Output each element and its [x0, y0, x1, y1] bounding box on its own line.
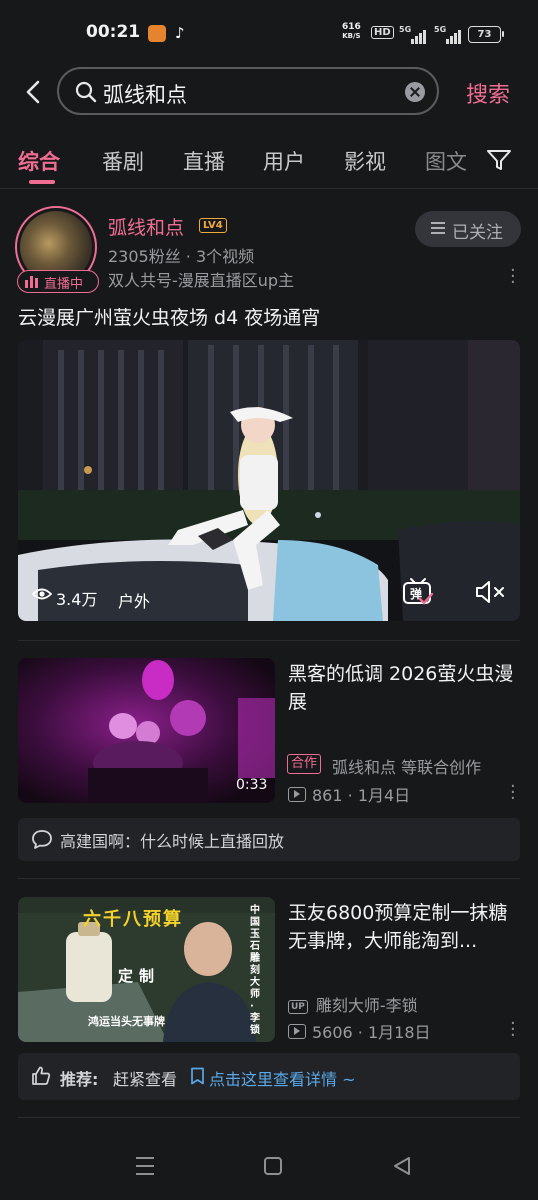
tab-film[interactable]: 影视	[344, 146, 386, 176]
search-icon	[75, 81, 97, 103]
more-icon[interactable]: · · ·	[510, 262, 516, 292]
collab-badge: 合作	[287, 754, 322, 774]
thumb-text: 定制	[118, 967, 161, 985]
user-name[interactable]: 弧线和点	[108, 213, 184, 240]
author[interactable]: 弧线和点 等联合创作	[332, 754, 481, 778]
comment-icon	[32, 830, 52, 849]
follow-label: 已关注	[452, 223, 503, 243]
eye-icon	[32, 588, 52, 600]
more-icon[interactable]: · · ·	[510, 778, 516, 808]
divider	[18, 640, 520, 641]
search-query: 弧线和点	[103, 83, 187, 107]
reco-label: 推荐:	[60, 1070, 99, 1089]
mute-icon[interactable]	[474, 579, 506, 605]
divider	[18, 878, 520, 879]
hd-icon: HD	[371, 26, 394, 39]
danmaku-icon[interactable]: 弹	[402, 577, 434, 611]
tiktok-icon: ♪	[175, 24, 185, 42]
clock: 00:21	[86, 22, 141, 42]
user-description: 双人共号-漫展直播区up主	[108, 271, 295, 290]
level-badge: LV4	[199, 218, 227, 233]
live-badge[interactable]: 直播中	[17, 270, 99, 293]
up-icon: UP	[288, 1000, 308, 1014]
play-count-icon	[288, 787, 306, 802]
video-tag: 户外	[118, 592, 151, 611]
tab-users[interactable]: 用户	[263, 146, 305, 176]
home-nav-icon[interactable]	[263, 1155, 283, 1177]
search-input[interactable]: 弧线和点	[57, 67, 439, 115]
clear-icon[interactable]	[405, 82, 425, 102]
recommendation-bar[interactable]: 推荐: 赶紧查看 点击这里查看详情 ~	[18, 1053, 520, 1100]
tab-bangumi[interactable]: 番剧	[102, 146, 144, 176]
divider	[18, 1117, 520, 1118]
video-duration: 0:33	[236, 777, 268, 793]
view-count: 3.4万	[56, 590, 98, 609]
danmaku-label: 弹	[410, 587, 423, 601]
search-button[interactable]: 搜索	[466, 77, 510, 109]
play-stats: 5606 · 1月18日	[288, 1019, 431, 1043]
signal-icon-2: 5G	[434, 25, 462, 44]
tab-indicator	[29, 180, 55, 184]
net-speed: 616 KB/S	[342, 22, 361, 41]
live-label: 直播中	[44, 277, 84, 292]
reco-link[interactable]: 点击这里查看详情 ~	[209, 1066, 356, 1090]
thumb-text: 中国玉石雕刻大师 · 李锁	[250, 905, 260, 1036]
menu-nav-icon[interactable]	[135, 1155, 155, 1177]
play-count-icon	[288, 1024, 306, 1039]
video-thumbnail[interactable]: 六千八预算 定制 鸿运当头无事牌 中国玉石雕刻大师 · 李锁	[18, 897, 275, 1042]
tab-live[interactable]: 直播	[183, 146, 225, 176]
thumb-text: 鸿运当头无事牌	[88, 1015, 165, 1028]
user-stats: 2305粉丝 · 3个视频	[108, 247, 255, 266]
comment-preview[interactable]: 高建国啊：什么时候上直播回放	[18, 818, 520, 861]
comment-text: 高建国啊：什么时候上直播回放	[60, 832, 285, 851]
video-title[interactable]: 黑客的低调 2026萤火虫漫展	[288, 660, 516, 716]
tab-all[interactable]: 综合	[18, 146, 60, 176]
divider	[0, 188, 538, 189]
signal-icon: 5G	[399, 25, 427, 44]
menu-icon	[431, 222, 445, 234]
filter-icon[interactable]	[486, 147, 512, 173]
thumb-text: 六千八预算	[83, 909, 183, 930]
back-button[interactable]	[20, 78, 48, 106]
video-title[interactable]: 玉友6800预算定制一抹糖无事牌，大师能淘到...	[288, 899, 516, 955]
live-video-thumbnail[interactable]	[18, 340, 520, 621]
tab-articles[interactable]: 图文	[425, 146, 471, 176]
live-bars-icon	[25, 276, 38, 288]
status-bar: 00:21 ♪ 616 KB/S HD 5G 5G 73	[0, 0, 538, 66]
battery-tip	[502, 31, 504, 37]
battery-icon: 73	[468, 26, 501, 43]
author-row[interactable]: UP 雕刻大师-李锁	[288, 992, 418, 1016]
app-notification-icon	[148, 25, 166, 42]
video-scene	[18, 340, 520, 621]
reco-text: 赶紧查看	[113, 1070, 178, 1089]
play-stats: 861 · 1月4日	[288, 782, 410, 806]
back-nav-icon[interactable]	[392, 1155, 412, 1177]
chevron-left-icon	[26, 80, 40, 104]
thumbs-up-icon	[32, 1066, 51, 1085]
follow-button[interactable]: 已关注	[415, 211, 521, 247]
bookmark-icon	[191, 1067, 204, 1085]
more-icon[interactable]: · · ·	[510, 1015, 516, 1045]
post-title[interactable]: 云漫展广州萤火虫夜场 d4 夜场通宵	[18, 303, 320, 330]
